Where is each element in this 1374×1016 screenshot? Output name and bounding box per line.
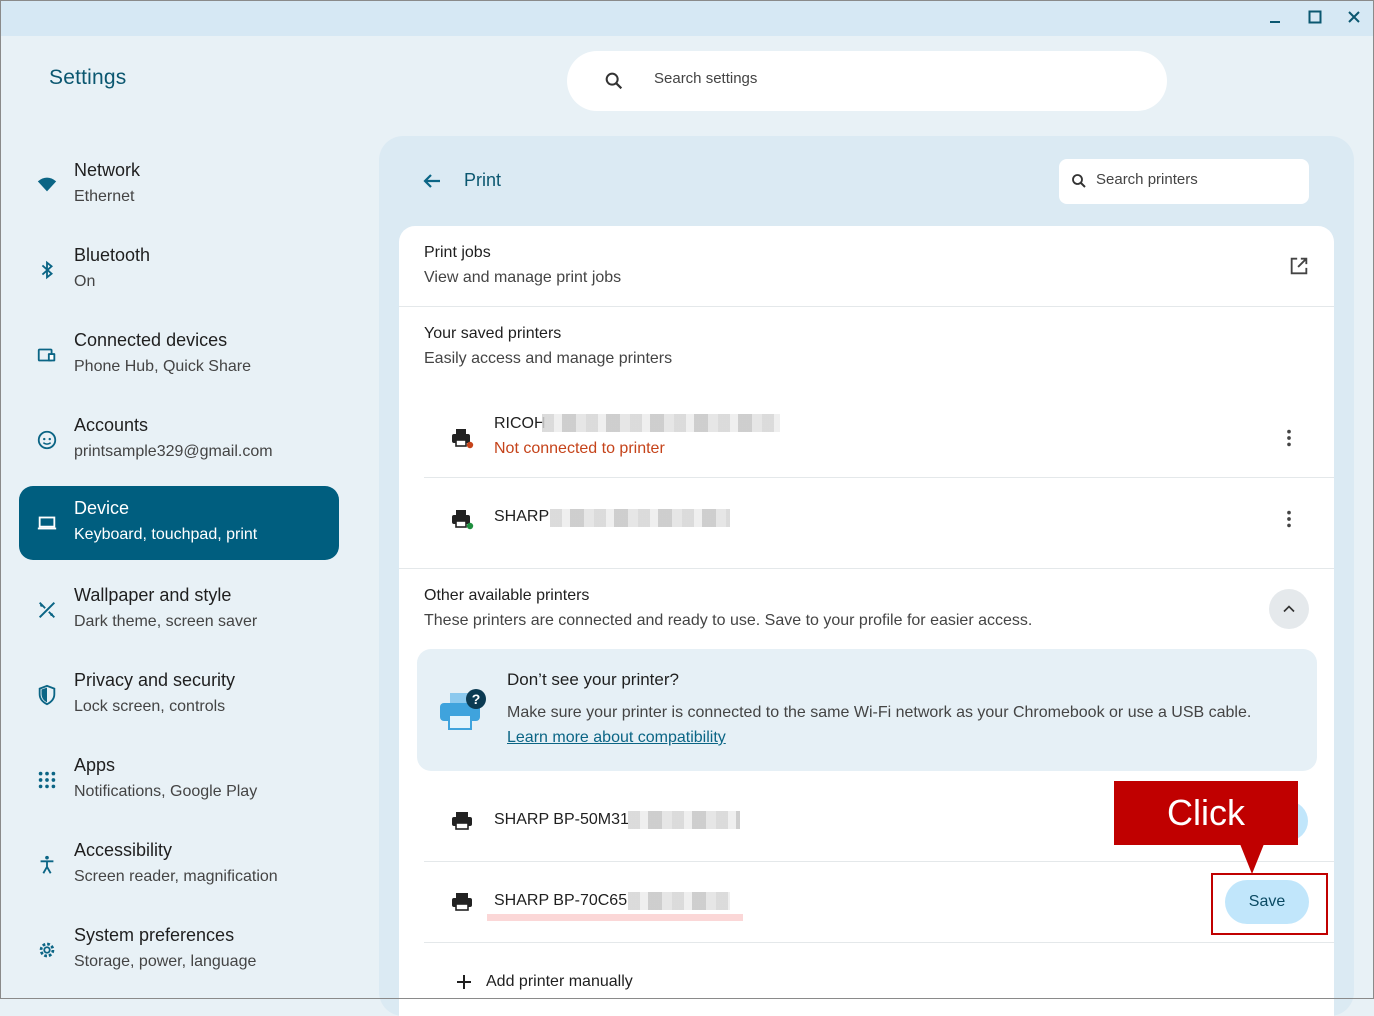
annotation-highlight-box xyxy=(1211,873,1328,935)
sidebar-item-label: Wallpaper and style xyxy=(74,585,232,605)
print-jobs-sub: View and manage print jobs xyxy=(424,269,622,286)
sidebar-item-accounts[interactable]: Accounts printsample329@gmail.com xyxy=(19,403,339,477)
annotation-callout: Click xyxy=(1114,781,1298,845)
print-jobs-title: Print jobs xyxy=(424,244,491,261)
sidebar-item-connected-devices[interactable]: Connected devices Phone Hub, Quick Share xyxy=(19,318,339,392)
sidebar-item-accessibility[interactable]: Accessibility Screen reader, magnificati… xyxy=(19,828,339,902)
close-icon xyxy=(1348,11,1360,23)
bluetooth-icon xyxy=(35,258,59,282)
saved-printers-title: Your saved printers xyxy=(424,325,562,342)
redacted-printer-detail xyxy=(628,811,740,829)
printer-icon xyxy=(452,893,472,911)
add-printer-manually-button[interactable]: Add printer manually xyxy=(450,962,690,996)
redacted-printer-detail xyxy=(628,892,730,910)
printer-status-error: Not connected to printer xyxy=(494,440,665,457)
printer-help-icon: ? xyxy=(440,689,486,730)
sidebar-item-sub: Storage, power, language xyxy=(74,953,257,970)
app-title: Settings xyxy=(49,66,127,89)
sidebar-item-wallpaper[interactable]: Wallpaper and style Dark theme, screen s… xyxy=(19,573,339,647)
page-title: Print xyxy=(464,170,502,190)
sidebar-item-label: Accessibility xyxy=(74,840,173,860)
gear-icon xyxy=(35,938,59,962)
more-vert-icon xyxy=(1287,429,1291,447)
laptop-icon xyxy=(35,511,59,535)
sidebar-item-sub: Notifications, Google Play xyxy=(74,783,258,800)
close-button[interactable] xyxy=(1341,6,1367,28)
printer-more-button[interactable] xyxy=(1277,507,1301,531)
saved-printer-name: SHARP xyxy=(494,508,550,525)
sidebar-item-label: Privacy and security xyxy=(74,670,236,690)
chevron-up-icon xyxy=(1283,605,1295,613)
search-icon xyxy=(605,72,623,90)
sidebar-item-privacy[interactable]: Privacy and security Lock screen, contro… xyxy=(19,658,339,732)
search-printers-placeholder: Search printers xyxy=(1096,171,1198,188)
other-printers-sub: These printers are connected and ready t… xyxy=(424,612,1033,629)
saved-printer-name: RICOH xyxy=(494,415,546,432)
sidebar-item-sub: Keyboard, touchpad, print xyxy=(74,526,258,543)
maximize-button[interactable] xyxy=(1302,6,1328,28)
sidebar-item-sub: printsample329@gmail.com xyxy=(74,443,273,460)
sidebar-item-label: Accounts xyxy=(74,415,149,435)
sidebar-item-sub: Screen reader, magnification xyxy=(74,868,278,885)
palette-icon xyxy=(35,598,59,622)
sidebar-item-label: Connected devices xyxy=(74,330,228,350)
search-settings-field[interactable]: Search settings xyxy=(567,51,1167,111)
sidebar-item-bluetooth[interactable]: Bluetooth On xyxy=(19,233,339,307)
help-body: Make sure your printer is connected to t… xyxy=(507,704,1252,721)
shield-icon xyxy=(35,683,59,707)
minimize-icon xyxy=(1270,21,1280,23)
sidebar-item-sub: Lock screen, controls xyxy=(74,698,226,715)
sidebar-item-sub: Dark theme, screen saver xyxy=(74,613,258,630)
other-printers-title: Other available printers xyxy=(424,587,590,604)
plus-icon xyxy=(457,975,471,989)
print-jobs-row[interactable] xyxy=(399,226,1334,306)
collapse-button[interactable] xyxy=(1269,589,1309,629)
sidebar-item-network[interactable]: Network Ethernet xyxy=(19,148,339,222)
learn-more-link[interactable]: Learn more about compatibility xyxy=(507,729,726,747)
saved-printer-row[interactable] xyxy=(424,398,1314,478)
search-settings-placeholder: Search settings xyxy=(654,70,758,87)
account-icon xyxy=(35,428,59,452)
svg-text:?: ? xyxy=(472,691,481,707)
search-icon xyxy=(1072,174,1086,188)
sidebar-item-label: Apps xyxy=(74,755,116,775)
help-title: Don’t see your printer? xyxy=(507,670,679,689)
sidebar-item-label: Network xyxy=(74,160,141,180)
back-arrow-icon[interactable] xyxy=(420,169,444,193)
available-printer-name: SHARP BP-70C65 xyxy=(494,892,628,909)
more-vert-icon xyxy=(1287,510,1291,528)
sidebar-item-label: System preferences xyxy=(74,925,235,945)
sidebar-item-device[interactable]: Device Keyboard, touchpad, print xyxy=(19,486,339,560)
sidebar-item-label: Bluetooth xyxy=(74,245,151,265)
sidebar-item-sub: Ethernet xyxy=(74,188,135,205)
sidebar-item-system-preferences[interactable]: System preferences Storage, power, langu… xyxy=(19,913,339,987)
printer-connected-icon xyxy=(452,510,474,530)
available-printer-name: SHARP BP-50M31 xyxy=(494,811,629,828)
sidebar-item-sub: On xyxy=(74,273,96,290)
title-bar xyxy=(0,0,1374,36)
printer-more-button[interactable] xyxy=(1277,426,1301,450)
wifi-icon xyxy=(35,173,59,197)
accessibility-icon xyxy=(35,853,59,877)
devices-icon xyxy=(35,343,59,367)
printer-error-icon xyxy=(452,429,474,449)
search-printers-field[interactable]: Search printers xyxy=(1059,159,1309,204)
minimize-button[interactable] xyxy=(1262,6,1288,28)
sidebar-item-apps[interactable]: Apps Notifications, Google Play xyxy=(19,743,339,817)
redacted-printer-detail xyxy=(542,414,780,432)
printer-icon xyxy=(452,812,472,830)
annotation-callout-tail xyxy=(1240,844,1264,874)
add-printer-manually-label: Add printer manually xyxy=(486,973,633,990)
open-in-new-icon[interactable] xyxy=(1288,255,1310,277)
highlight-underline xyxy=(487,914,743,921)
sidebar-item-label: Device xyxy=(74,498,130,518)
maximize-icon xyxy=(1308,10,1322,24)
sidebar-item-sub: Phone Hub, Quick Share xyxy=(74,358,251,375)
apps-grid-icon xyxy=(35,768,59,792)
redacted-printer-detail xyxy=(550,509,730,527)
saved-printers-sub: Easily access and manage printers xyxy=(424,350,673,367)
